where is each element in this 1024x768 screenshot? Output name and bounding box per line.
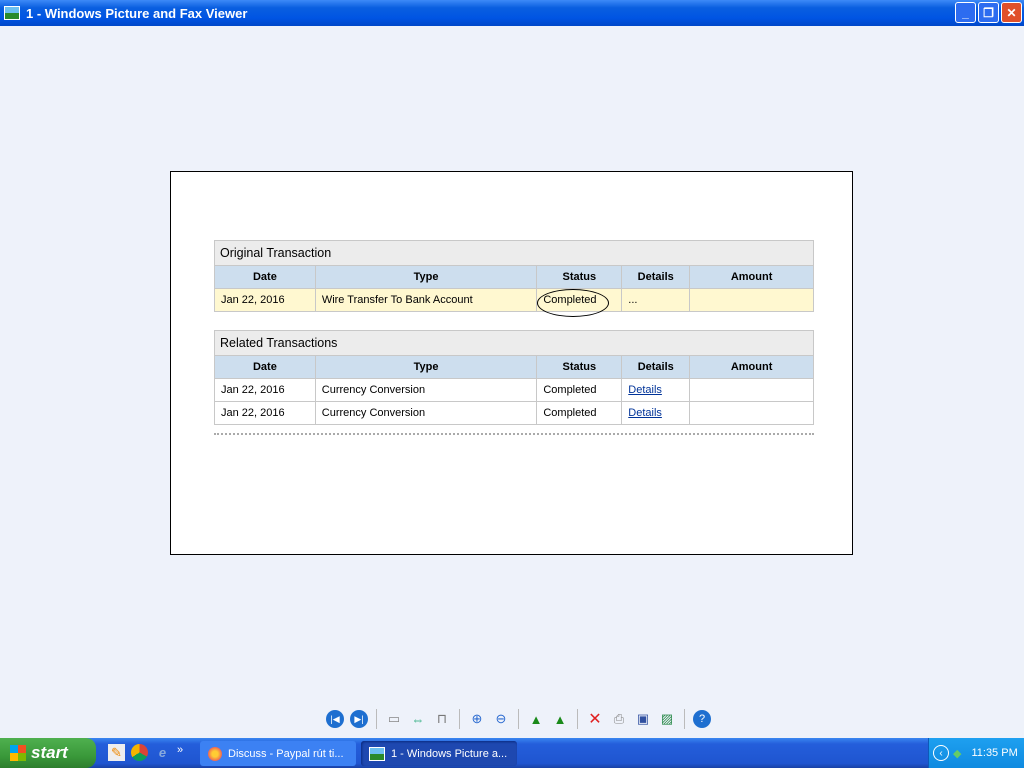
related-transactions-table: Related Transactions Date Type Status De…	[214, 330, 814, 425]
print-icon[interactable]: ⎙	[610, 710, 628, 728]
notepad-icon[interactable]: ✎	[108, 744, 125, 761]
next-image-icon[interactable]: ▶|	[350, 710, 368, 728]
column-header: Details	[621, 265, 691, 289]
column-header: Status	[536, 355, 623, 379]
details-link[interactable]: Details	[628, 407, 662, 419]
chrome-icon[interactable]	[131, 744, 148, 761]
quick-launch-chevron[interactable]: »	[177, 744, 183, 761]
amount-cell-redacted	[689, 288, 814, 312]
amount-cell-redacted	[689, 378, 814, 402]
help-icon[interactable]: ?	[693, 710, 711, 728]
type-cell: Currency Conversion	[314, 378, 538, 402]
edit-image-icon[interactable]: ▨	[658, 710, 676, 728]
column-header: Date	[214, 355, 316, 379]
best-fit-icon[interactable]: ▭	[385, 710, 403, 728]
taskbar: start ✎ e » Discuss - Paypal rút ti... 1…	[0, 738, 1024, 768]
previous-image-icon[interactable]: |◀	[326, 710, 344, 728]
column-header: Type	[314, 265, 538, 289]
table-caption: Original Transaction	[214, 240, 814, 266]
save-icon[interactable]: ▣	[634, 710, 652, 728]
taskbar-item-picture-viewer[interactable]: 1 - Windows Picture a...	[361, 741, 517, 766]
type-cell: Currency Conversion	[314, 401, 538, 425]
date-cell: Jan 22, 2016	[214, 288, 316, 312]
internet-explorer-icon[interactable]: e	[154, 744, 171, 761]
status-cell: Completed	[536, 378, 623, 402]
task-label: 1 - Windows Picture a...	[391, 747, 508, 760]
rotate-counterclockwise-icon[interactable]: ▲	[551, 710, 569, 728]
column-header: Date	[214, 265, 316, 289]
actual-size-icon[interactable]: ⇔	[409, 710, 427, 728]
dotted-divider	[214, 433, 814, 435]
slideshow-icon[interactable]: ⊓	[433, 710, 451, 728]
viewer-toolbar: |◀ ▶| ▭ ⇔ ⊓ ⊕ ⊖ ▲ ▲ ✕ ⎙ ▣ ▨ ?	[326, 709, 711, 729]
title-bar: 1 - Windows Picture and Fax Viewer _ ❐ ✕	[0, 0, 1024, 26]
hand-drawn-circle	[537, 289, 609, 317]
original-transaction-table: Original Transaction Date Type Status De…	[214, 240, 814, 312]
picture-viewer-icon	[369, 746, 385, 761]
column-header: Details	[621, 355, 691, 379]
minimize-button[interactable]: _	[955, 2, 976, 23]
close-button[interactable]: ✕	[1001, 2, 1022, 23]
taskbar-item-firefox[interactable]: Discuss - Paypal rút ti...	[200, 741, 356, 766]
table-caption: Related Transactions	[214, 330, 814, 356]
status-cell: Completed	[536, 401, 623, 425]
zoom-out-icon[interactable]: ⊖	[492, 710, 510, 728]
column-header: Type	[314, 355, 538, 379]
system-tray: ‹ ◆ 11:35 PM	[928, 738, 1024, 768]
date-cell: Jan 22, 2016	[214, 378, 316, 402]
amount-cell-redacted	[689, 401, 814, 425]
details-link[interactable]: Details	[628, 384, 662, 396]
table-row: Jan 22, 2016 Currency Conversion Complet…	[214, 401, 814, 425]
column-header: Amount	[689, 265, 814, 289]
network-icon[interactable]: ◆	[953, 747, 961, 760]
show-hidden-icons-button[interactable]: ‹	[933, 745, 949, 761]
table-row: Jan 22, 2016 Currency Conversion Complet…	[214, 378, 814, 402]
window-title: 1 - Windows Picture and Fax Viewer	[26, 5, 248, 21]
windows-logo-icon	[10, 745, 26, 761]
rotate-clockwise-icon[interactable]: ▲	[527, 710, 545, 728]
zoom-in-icon[interactable]: ⊕	[468, 710, 486, 728]
firefox-icon	[208, 746, 222, 761]
picture-viewer-icon	[4, 6, 20, 20]
quick-launch: ✎ e »	[108, 744, 183, 761]
column-header: Status	[536, 265, 623, 289]
delete-icon[interactable]: ✕	[586, 710, 604, 728]
clock[interactable]: 11:35 PM	[971, 747, 1017, 759]
image-view: Original Transaction Date Type Status De…	[170, 171, 853, 555]
date-cell: Jan 22, 2016	[214, 401, 316, 425]
start-label: start	[31, 743, 68, 762]
start-button[interactable]: start	[0, 738, 96, 768]
type-cell: Wire Transfer To Bank Account	[314, 288, 538, 312]
restore-button[interactable]: ❐	[978, 2, 999, 23]
task-label: Discuss - Paypal rút ti...	[228, 747, 344, 760]
details-cell: ...	[621, 288, 691, 312]
table-row: Jan 22, 2016 Wire Transfer To Bank Accou…	[214, 288, 814, 312]
column-header: Amount	[689, 355, 814, 379]
